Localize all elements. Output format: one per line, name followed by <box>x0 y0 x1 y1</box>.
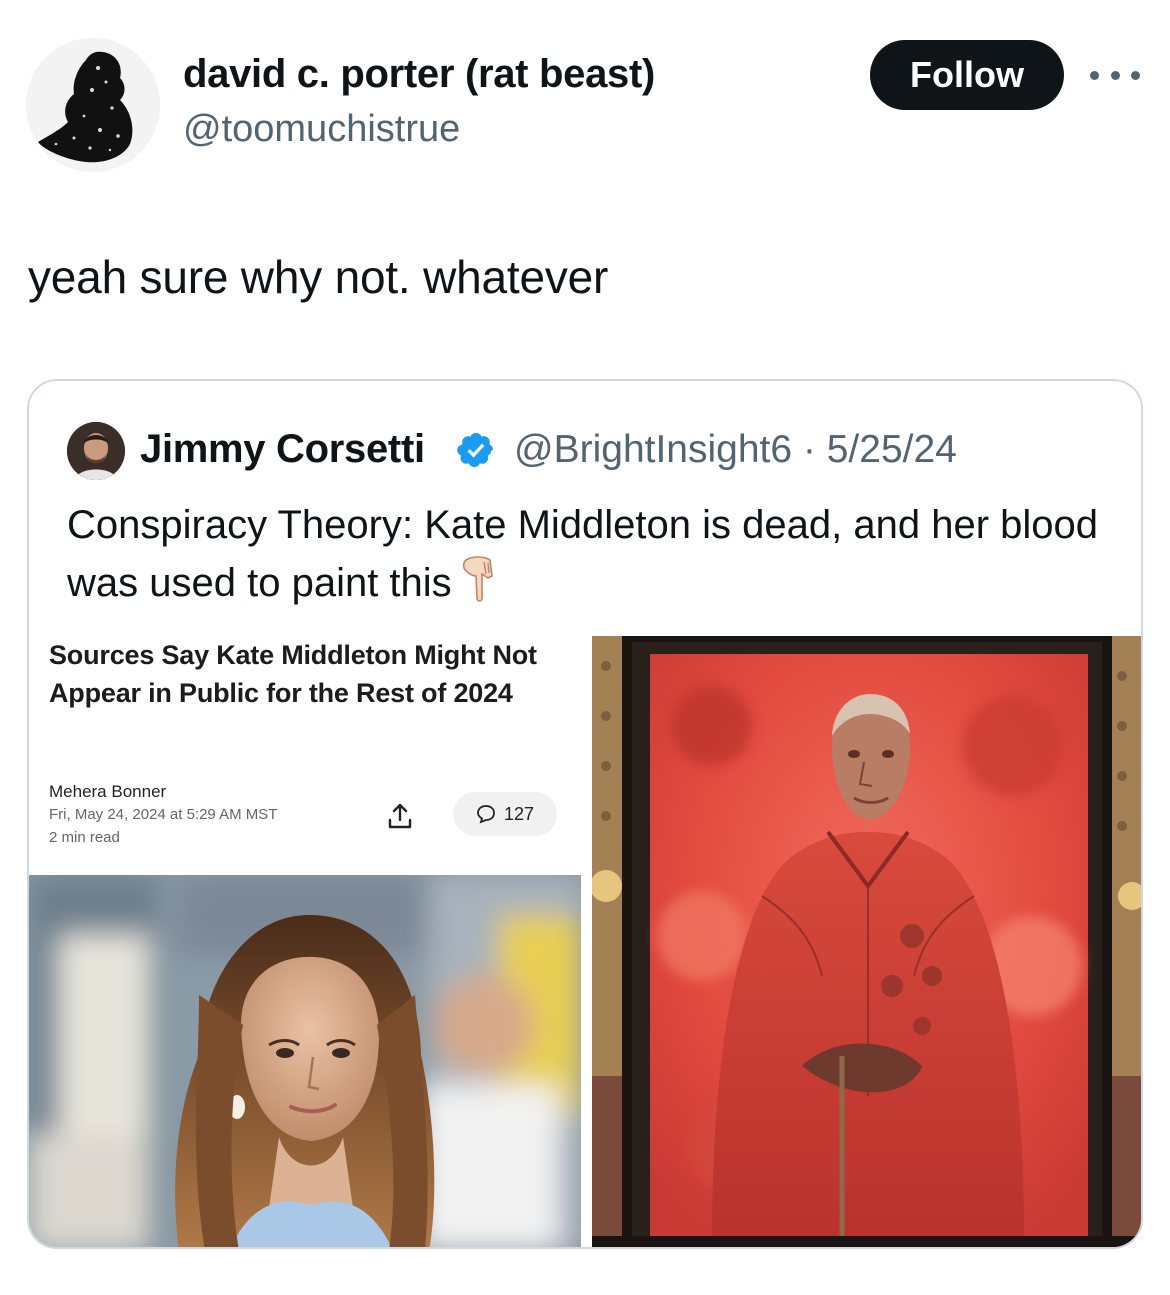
comments-button[interactable]: 127 <box>453 792 557 836</box>
article-read-time: 2 min read <box>49 829 120 846</box>
more-dot <box>1131 70 1140 80</box>
more-dot <box>1110 70 1120 80</box>
kate-middleton-photo <box>29 875 581 1247</box>
quoted-handle-date[interactable]: @BrightInsight6 · 5/25/24 <box>514 428 957 472</box>
quoted-author-name[interactable]: Jimmy Corsetti <box>140 427 425 472</box>
verified-badge-icon <box>457 432 494 468</box>
article-screenshot-image[interactable]: Sources Say Kate Middleton Might Not App… <box>29 636 581 1247</box>
pointing-down-emoji <box>462 556 493 602</box>
article-author: Mehera Bonner <box>49 782 167 801</box>
red-portrait-photo[interactable] <box>592 636 1141 1247</box>
tweet-header: david c. porter (rat beast) @toomuchistr… <box>0 0 1170 200</box>
author-avatar[interactable] <box>26 38 160 172</box>
tweet-text: yeah sure why not. whatever <box>28 251 609 303</box>
article-date: Fri, May 24, 2024 at 5:29 AM MST <box>49 806 278 823</box>
more-dot <box>1090 70 1099 80</box>
comments-count: 127 <box>503 803 535 824</box>
quoted-author-avatar[interactable] <box>67 422 125 480</box>
quoted-tweet-text: Conspiracy Theory: Kate Middleton is dea… <box>67 497 1127 612</box>
author-display-name[interactable]: david c. porter (rat beast) <box>183 52 655 97</box>
quoted-tweet-card[interactable]: Jimmy Corsetti @BrightInsight6 · 5/25/24… <box>27 379 1143 1249</box>
more-icon[interactable] <box>1090 62 1140 88</box>
article-headline: Sources Say Kate Middleton Might Not App… <box>49 640 537 708</box>
follow-button[interactable]: Follow <box>870 40 1064 110</box>
comment-icon <box>477 805 495 824</box>
author-handle[interactable]: @toomuchistrue <box>183 108 460 151</box>
share-icon[interactable] <box>387 802 413 830</box>
quoted-text-content: Conspiracy Theory: Kate Middleton is dea… <box>67 503 1098 605</box>
